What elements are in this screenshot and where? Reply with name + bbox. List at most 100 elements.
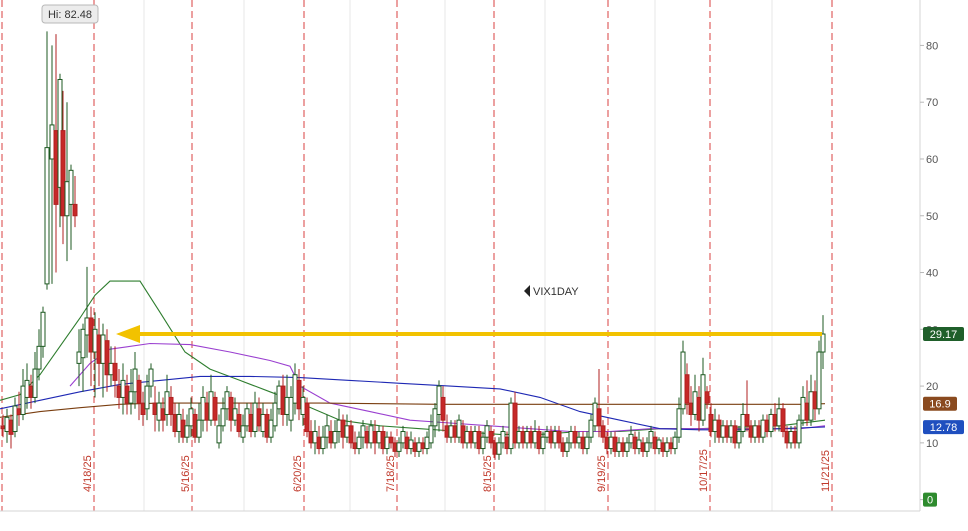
candle-body bbox=[276, 385, 282, 410]
candle-body bbox=[308, 431, 314, 444]
candle-body bbox=[496, 442, 502, 455]
candle-body bbox=[656, 439, 662, 450]
candle-body bbox=[484, 425, 490, 438]
candle-body bbox=[172, 413, 178, 433]
candle-body bbox=[112, 362, 118, 381]
candle-body bbox=[420, 442, 426, 450]
candle-body bbox=[768, 413, 774, 433]
candle-body bbox=[224, 391, 230, 410]
candle-body bbox=[240, 425, 246, 438]
candle-body bbox=[808, 391, 814, 421]
candle-body bbox=[480, 436, 486, 450]
candle-body bbox=[592, 402, 598, 427]
candle-body bbox=[184, 425, 190, 438]
candle-body bbox=[100, 334, 106, 364]
candle-body bbox=[28, 385, 34, 398]
candle-body bbox=[96, 334, 102, 364]
candle-body bbox=[712, 419, 718, 433]
candle-body bbox=[452, 425, 458, 438]
candle-body bbox=[148, 368, 154, 387]
candle-body bbox=[264, 413, 270, 438]
price-tick-label: 70 bbox=[926, 97, 938, 109]
price-tag-label: 29.17 bbox=[930, 329, 958, 341]
candle-body bbox=[232, 408, 238, 421]
price-tag: 29.17 bbox=[923, 327, 964, 342]
price-tag: 12.78 bbox=[923, 420, 964, 435]
candle-body bbox=[132, 368, 138, 393]
candle-body bbox=[472, 431, 478, 444]
candle-body bbox=[596, 408, 602, 427]
candle-body bbox=[744, 413, 750, 427]
candle-body bbox=[564, 442, 570, 452]
candle-body bbox=[560, 442, 566, 452]
candle-body bbox=[68, 169, 74, 205]
candle-body bbox=[812, 391, 818, 410]
candle-body bbox=[748, 425, 754, 438]
price-tick-label: 10 bbox=[926, 438, 938, 450]
candle-body bbox=[88, 317, 94, 353]
candle-body bbox=[152, 402, 158, 415]
date-label: 6/20/25 bbox=[292, 455, 304, 492]
candle-body bbox=[368, 425, 374, 444]
candle-body bbox=[820, 333, 826, 353]
candle-body bbox=[12, 405, 18, 433]
candle-body bbox=[532, 431, 538, 444]
candle-body bbox=[156, 402, 162, 421]
price-tag-label: 12.78 bbox=[930, 422, 958, 434]
candle bbox=[304, 397, 310, 438]
candle-body bbox=[588, 419, 594, 438]
candle-body bbox=[516, 431, 522, 444]
candle-body bbox=[696, 396, 702, 421]
candle-body bbox=[684, 374, 690, 404]
candle-body bbox=[120, 379, 126, 398]
candle-body bbox=[212, 396, 218, 421]
date-label: 9/19/25 bbox=[596, 455, 608, 492]
candle-body bbox=[60, 130, 66, 217]
vix1day-chart[interactable]: 4/18/25 5/16/25 6/20/25 7/18/25 8/15/25 9/19/… bbox=[0, 0, 968, 531]
candle-body bbox=[72, 203, 78, 217]
candle-body bbox=[216, 425, 222, 444]
candle-body bbox=[760, 419, 766, 438]
candle-body bbox=[8, 419, 14, 435]
candle-body bbox=[512, 402, 518, 444]
candle-body bbox=[180, 419, 186, 438]
candle-body bbox=[108, 362, 114, 376]
price-tag-label: 16.9 bbox=[929, 399, 950, 411]
candle-body bbox=[116, 385, 122, 398]
date-label: 5/16/25 bbox=[180, 455, 192, 492]
candle-body bbox=[776, 408, 782, 427]
candle-body bbox=[612, 436, 618, 452]
candle-body bbox=[336, 419, 342, 433]
candle-body bbox=[44, 147, 50, 285]
candle-body bbox=[528, 431, 534, 444]
candle-body bbox=[344, 425, 350, 438]
candle-body bbox=[548, 431, 554, 444]
candle-body bbox=[192, 413, 198, 438]
candle-body bbox=[752, 425, 758, 438]
candle-body bbox=[720, 425, 726, 438]
candle-body bbox=[208, 391, 214, 421]
candle-body bbox=[268, 419, 274, 438]
candle-body bbox=[464, 431, 470, 444]
candle-body bbox=[732, 425, 738, 444]
candle-body bbox=[128, 391, 134, 404]
price-tag-label: 0 bbox=[927, 495, 933, 507]
candle-body bbox=[16, 408, 22, 415]
candle-body bbox=[428, 425, 434, 444]
candle-body bbox=[668, 442, 674, 450]
candle-body bbox=[788, 431, 794, 444]
candle-body bbox=[800, 396, 806, 421]
candle-body bbox=[792, 431, 798, 444]
candle-body bbox=[740, 413, 746, 433]
candle-body bbox=[328, 431, 334, 444]
candle-body bbox=[660, 442, 666, 452]
candle-body bbox=[400, 431, 406, 444]
candle-body bbox=[628, 433, 634, 444]
candle-body bbox=[692, 391, 698, 415]
date-label: 7/18/25 bbox=[385, 455, 397, 492]
candle-body bbox=[220, 408, 226, 427]
price-tick-label: 20 bbox=[926, 381, 938, 393]
candle-body bbox=[200, 396, 206, 421]
candle-body bbox=[688, 402, 694, 415]
candle-body bbox=[248, 413, 254, 433]
